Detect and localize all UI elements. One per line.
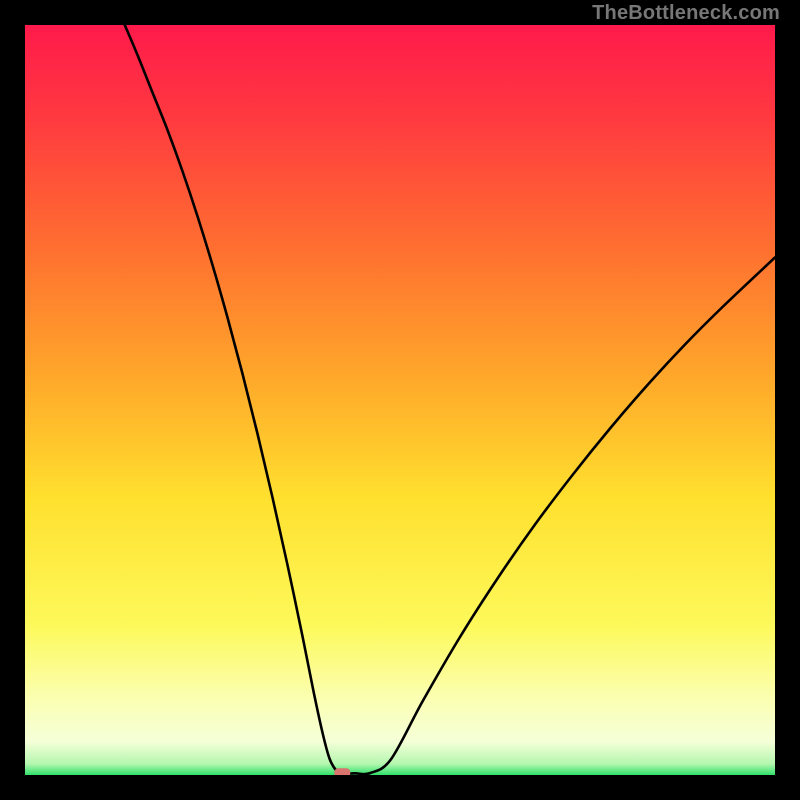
gradient-background [25, 25, 775, 775]
chart-frame: TheBottleneck.com [0, 0, 800, 800]
bottleneck-chart [25, 25, 775, 775]
plot-area [25, 25, 775, 775]
optimal-marker [334, 768, 350, 775]
watermark-text: TheBottleneck.com [592, 2, 780, 25]
